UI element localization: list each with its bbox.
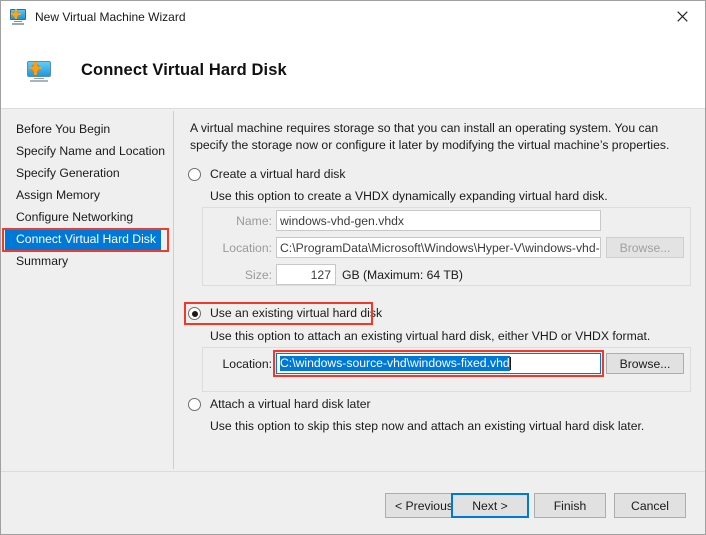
sidebar-item-configure-networking[interactable]: Configure Networking xyxy=(1,206,173,228)
page-title: Connect Virtual Hard Disk xyxy=(81,61,287,79)
sidebar-item-label: Configure Networking xyxy=(16,210,134,224)
sidebar-item-specify-generation[interactable]: Specify Generation xyxy=(1,162,173,184)
wizard-footer: < Previous Next > Finish Cancel xyxy=(1,472,705,534)
radio-button-indicator xyxy=(188,168,201,181)
cancel-button[interactable]: Cancel xyxy=(614,493,686,518)
size-units-label: GB (Maximum: 64 TB) xyxy=(342,268,463,282)
close-icon[interactable] xyxy=(660,1,705,31)
existing-location-input-value: C:\windows-source-vhd\windows-fixed.vhd xyxy=(280,356,510,371)
existing-location-input[interactable]: C:\windows-source-vhd\windows-fixed.vhd xyxy=(276,353,601,374)
create-location-input-value: C:\ProgramData\Microsoft\Windows\Hyper-V… xyxy=(280,240,600,255)
wizard-steps-list: Before You Begin Specify Name and Locati… xyxy=(1,109,173,272)
create-location-input[interactable]: C:\ProgramData\Microsoft\Windows\Hyper-V… xyxy=(276,237,601,258)
later-option-description: Use this option to skip this step now an… xyxy=(210,419,645,433)
sidebar-item-before-you-begin[interactable]: Before You Begin xyxy=(1,118,173,140)
existing-location-browse-button[interactable]: Browse... xyxy=(606,353,684,374)
virtual-machine-monitor-icon xyxy=(10,9,26,25)
radio-label: Create a virtual hard disk xyxy=(210,167,346,181)
create-location-field-label: Location: xyxy=(222,241,272,255)
finish-button[interactable]: Finish xyxy=(534,493,606,518)
name-field-label: Name: xyxy=(236,214,272,228)
existing-location-field-label: Location: xyxy=(222,357,272,371)
radio-attach-virtual-hard-disk-later[interactable]: Attach a virtual hard disk later xyxy=(188,397,371,411)
create-option-description: Use this option to create a VHDX dynamic… xyxy=(210,189,608,203)
size-input[interactable]: 127 xyxy=(276,264,336,285)
sidebar-item-label: Before You Begin xyxy=(16,122,111,136)
name-input-value: windows-vhd-gen.vhdx xyxy=(280,213,404,228)
radio-label: Attach a virtual hard disk later xyxy=(210,397,371,411)
radio-use-existing-virtual-hard-disk[interactable]: Use an existing virtual hard disk xyxy=(188,306,382,320)
radio-label: Use an existing virtual hard disk xyxy=(210,306,383,320)
window-title: New Virtual Machine Wizard xyxy=(35,10,186,24)
sidebar-item-label: Assign Memory xyxy=(16,188,100,202)
wizard-main-pane: A virtual machine requires storage so th… xyxy=(174,109,705,472)
wizard-body: Before You Begin Specify Name and Locati… xyxy=(1,109,705,472)
size-field-label: Size: xyxy=(244,268,272,282)
radio-create-virtual-hard-disk[interactable]: Create a virtual hard disk xyxy=(188,167,345,181)
existing-option-description: Use this option to attach an existing vi… xyxy=(210,329,651,343)
sidebar-item-assign-memory[interactable]: Assign Memory xyxy=(1,184,173,206)
radio-button-indicator xyxy=(188,398,201,411)
next-button[interactable]: Next > xyxy=(451,493,529,518)
intro-text: A virtual machine requires storage so th… xyxy=(190,121,670,152)
sidebar-item-label: Connect Virtual Hard Disk xyxy=(16,232,156,246)
virtual-machine-monitor-icon xyxy=(27,59,51,83)
sidebar-item-summary[interactable]: Summary xyxy=(1,250,173,272)
wizard-steps-sidebar: Before You Begin Specify Name and Locati… xyxy=(1,109,173,472)
sidebar-item-connect-virtual-hard-disk[interactable]: Connect Virtual Hard Disk xyxy=(5,228,161,250)
new-virtual-machine-wizard-window: New Virtual Machine Wizard Connect Virtu… xyxy=(0,0,706,535)
radio-button-indicator xyxy=(188,307,201,320)
sidebar-item-specify-name-and-location[interactable]: Specify Name and Location xyxy=(1,140,173,162)
name-input[interactable]: windows-vhd-gen.vhdx xyxy=(276,210,601,231)
page-header: Connect Virtual Hard Disk xyxy=(1,33,705,108)
title-bar: New Virtual Machine Wizard xyxy=(1,1,705,33)
close-x-glyph xyxy=(677,10,688,22)
sidebar-item-label: Specify Name and Location xyxy=(16,144,166,158)
create-location-browse-button[interactable]: Browse... xyxy=(606,237,684,258)
size-input-value: 127 xyxy=(310,267,331,282)
sidebar-item-label: Specify Generation xyxy=(16,166,120,180)
sidebar-item-label: Summary xyxy=(16,254,69,268)
text-caret xyxy=(509,357,511,370)
